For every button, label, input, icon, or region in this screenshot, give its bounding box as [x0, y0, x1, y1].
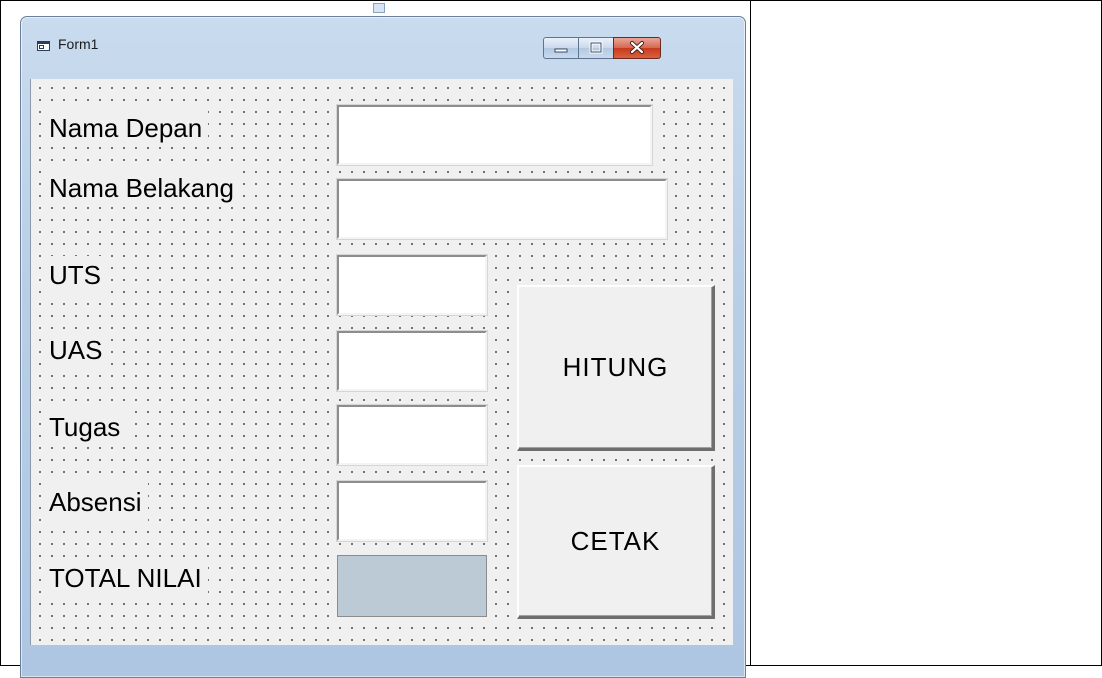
label-nama-belakang: Nama Belakang	[45, 169, 240, 207]
hitung-button[interactable]: HITUNG	[517, 285, 715, 451]
absensi-input[interactable]	[336, 480, 488, 542]
minimize-icon	[554, 48, 568, 53]
maximize-button[interactable]	[578, 37, 614, 59]
nama-belakang-input[interactable]	[336, 178, 668, 240]
total-nilai-field	[337, 555, 487, 617]
screenshot-border-top	[0, 0, 1102, 1]
label-tugas: Tugas	[45, 408, 127, 446]
nama-depan-input[interactable]	[336, 104, 653, 166]
close-button[interactable]	[613, 37, 661, 59]
close-icon	[630, 41, 644, 54]
resize-handle[interactable]	[373, 3, 385, 13]
maximize-icon	[589, 41, 603, 54]
form-client-area: Nama Depan Nama Belakang UTS UAS Tugas A…	[30, 79, 733, 645]
tugas-input[interactable]	[336, 404, 488, 466]
label-total-nilai: TOTAL NILAI	[45, 559, 208, 597]
title-bar[interactable]: Form1	[21, 17, 745, 79]
form-icon	[37, 39, 51, 51]
label-uas: UAS	[45, 331, 109, 369]
label-absensi: Absensi	[45, 483, 148, 521]
cetak-button[interactable]: CETAK	[517, 465, 715, 619]
form-window: Form1 Nama Depan Nama Belakang UTS UAS T…	[20, 3, 746, 678]
label-nama-depan: Nama Depan	[45, 109, 209, 147]
uas-input[interactable]	[336, 330, 488, 392]
minimize-button[interactable]	[543, 37, 579, 59]
label-uts: UTS	[45, 256, 107, 294]
screenshot-border-left	[0, 0, 1, 666]
uts-input[interactable]	[336, 254, 488, 316]
screenshot-divider	[750, 0, 751, 666]
window-title: Form1	[58, 36, 99, 52]
